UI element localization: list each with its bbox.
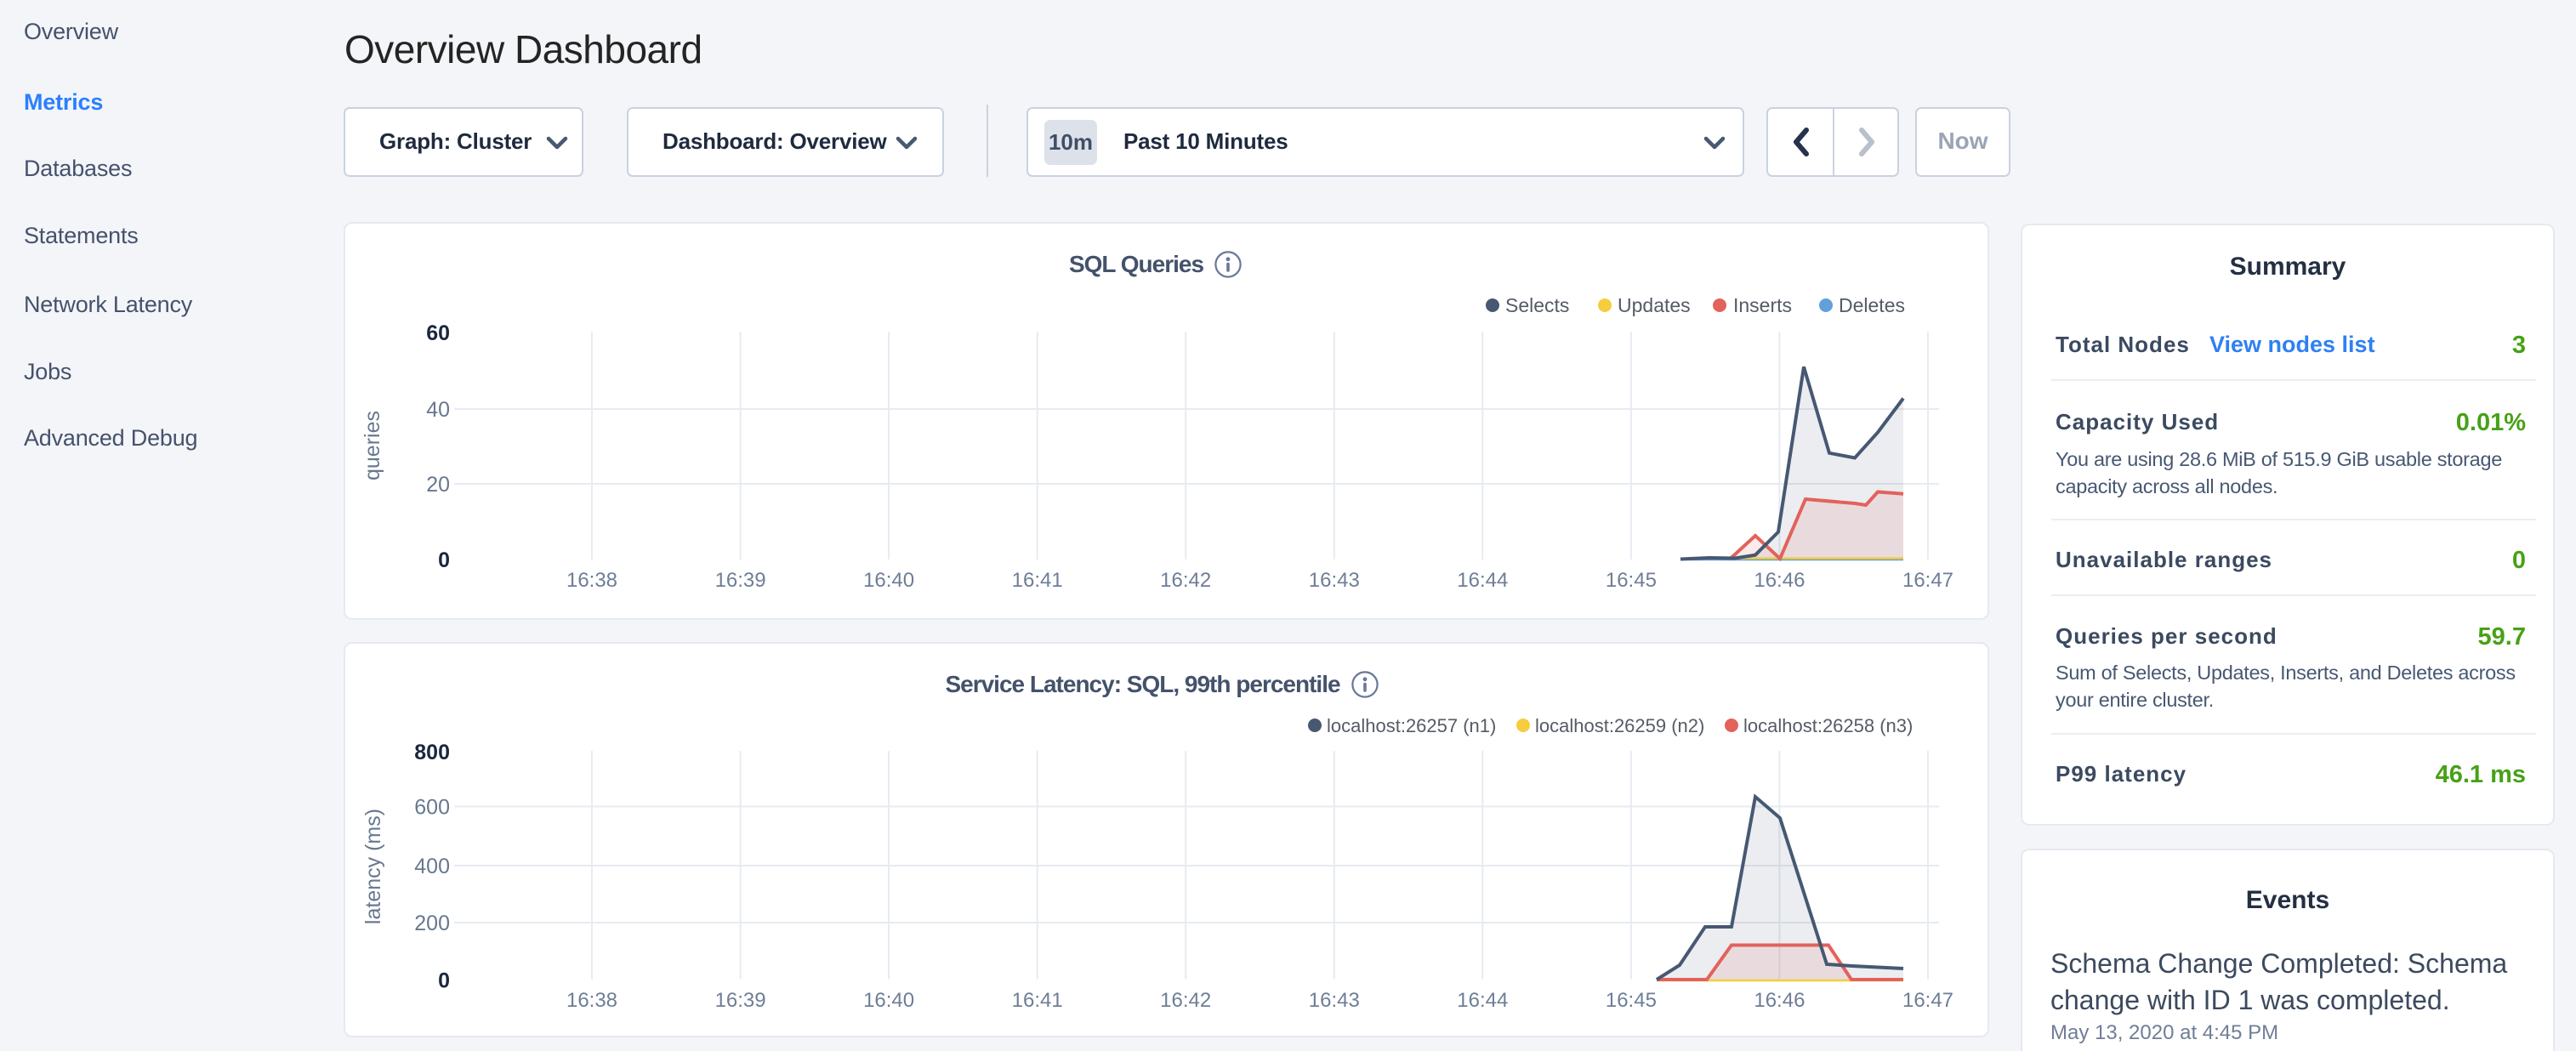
svg-text:600: 600 [414, 796, 450, 820]
svg-text:16:46: 16:46 [1754, 989, 1805, 1012]
svg-text:16:44: 16:44 [1457, 989, 1508, 1012]
svg-text:localhost:26258 (n3): localhost:26258 (n3) [1743, 715, 1913, 736]
svg-text:localhost:26257 (n1): localhost:26257 (n1) [1327, 715, 1496, 736]
svg-text:16:40: 16:40 [863, 569, 914, 592]
svg-text:16:39: 16:39 [715, 989, 766, 1012]
svg-text:200: 200 [414, 912, 450, 935]
svg-text:0: 0 [438, 969, 450, 993]
svg-text:800: 800 [414, 741, 450, 764]
svg-text:localhost:26259 (n2): localhost:26259 (n2) [1535, 715, 1704, 736]
svg-text:16:38: 16:38 [566, 569, 617, 592]
svg-text:Selects: Selects [1505, 294, 1569, 316]
svg-text:16:45: 16:45 [1606, 989, 1657, 1012]
svg-text:16:47: 16:47 [1902, 569, 1953, 592]
svg-text:Updates: Updates [1618, 294, 1691, 316]
svg-text:0: 0 [438, 548, 450, 572]
svg-text:20: 20 [426, 473, 450, 497]
svg-text:16:39: 16:39 [715, 569, 766, 592]
svg-text:Deletes: Deletes [1839, 294, 1905, 316]
svg-text:latency (ms): latency (ms) [361, 809, 385, 924]
svg-text:16:43: 16:43 [1309, 989, 1360, 1012]
svg-text:16:42: 16:42 [1160, 989, 1211, 1012]
svg-text:16:42: 16:42 [1160, 569, 1211, 592]
svg-text:queries: queries [361, 411, 384, 480]
svg-text:16:45: 16:45 [1606, 569, 1657, 592]
svg-text:16:41: 16:41 [1012, 989, 1063, 1012]
svg-text:400: 400 [414, 855, 450, 878]
svg-text:Inserts: Inserts [1733, 294, 1792, 316]
svg-text:16:40: 16:40 [863, 989, 914, 1012]
svg-text:40: 40 [426, 398, 450, 422]
svg-text:60: 60 [426, 321, 450, 345]
svg-text:16:43: 16:43 [1309, 569, 1360, 592]
svg-text:16:47: 16:47 [1902, 989, 1953, 1012]
svg-text:16:46: 16:46 [1754, 569, 1805, 592]
svg-text:16:41: 16:41 [1012, 569, 1063, 592]
svg-text:16:44: 16:44 [1457, 569, 1508, 592]
svg-text:16:38: 16:38 [566, 989, 617, 1012]
